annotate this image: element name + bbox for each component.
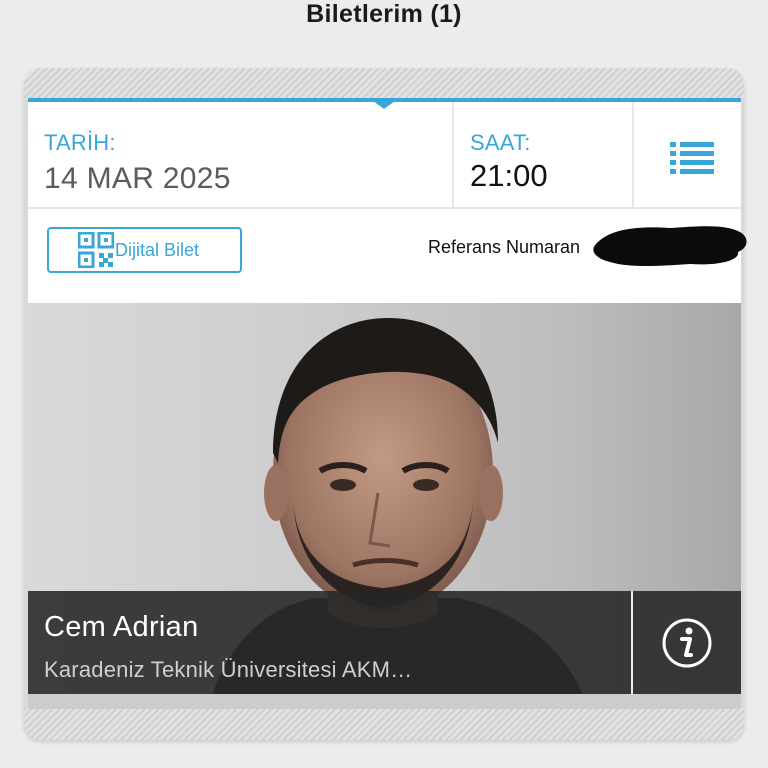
reference-number-redaction [593, 226, 747, 266]
time-value: 21:00 [470, 158, 548, 193]
qr-code-icon [78, 232, 114, 268]
event-photo[interactable]: Cem Adrian Karadeniz Teknik Üniversitesi… [28, 303, 741, 709]
digital-ticket-button[interactable]: Dijital Bilet [47, 227, 242, 273]
photo-bottom-strip [28, 694, 741, 709]
date-value: 14 MAR 2025 [44, 162, 231, 195]
info-icon [662, 618, 712, 668]
venue-name: Karadeniz Teknik Üniversitesi AKM… [44, 657, 413, 682]
ticket-serrated-edge-bottom [24, 708, 744, 740]
date-cell: TARİH: 14 MAR 2025 [28, 102, 454, 207]
ticket-serrated-edge-top [24, 68, 744, 100]
event-caption[interactable]: Cem Adrian Karadeniz Teknik Üniversitesi… [28, 591, 631, 694]
digital-ticket-label: Dijital Bilet [115, 239, 200, 260]
ticket-card[interactable]: TARİH: 14 MAR 2025 SAAT: 21:00 Dijital B… [28, 98, 741, 709]
time-label: SAAT: [470, 130, 531, 155]
list-icon[interactable] [670, 140, 714, 176]
ticket-info-row: TARİH: 14 MAR 2025 SAAT: 21:00 [28, 102, 741, 209]
time-cell: SAAT: 21:00 [454, 102, 634, 207]
page-title: Biletlerim (1) [306, 0, 462, 28]
menu-button[interactable] [634, 102, 741, 207]
event-info-button[interactable] [633, 591, 741, 694]
date-label: TARİH: [44, 130, 116, 155]
reference-number-label: Referans Numaran [428, 237, 581, 257]
artist-name: Cem Adrian [44, 611, 199, 643]
